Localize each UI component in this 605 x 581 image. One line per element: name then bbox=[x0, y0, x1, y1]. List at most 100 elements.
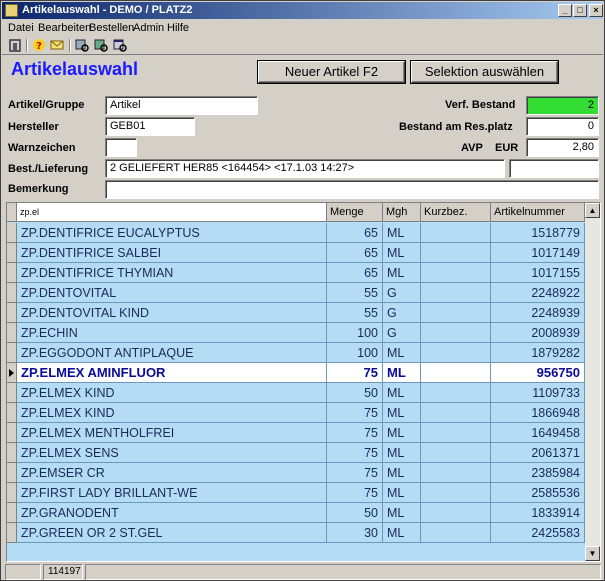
table-row[interactable]: ZP.GREEN OR 2 ST.GEL 30 ML 2425583 bbox=[7, 523, 585, 543]
cell-menge[interactable]: 55 bbox=[327, 283, 383, 303]
search-user-icon[interactable] bbox=[74, 38, 90, 54]
cell-kurzbez[interactable] bbox=[421, 243, 491, 263]
close-button[interactable]: × bbox=[589, 4, 603, 17]
mail-icon[interactable] bbox=[49, 38, 65, 54]
table-row[interactable]: ZP.FIRST LADY BRILLANT-WE 75 ML 2585536 bbox=[7, 483, 585, 503]
search-window-icon[interactable] bbox=[112, 38, 128, 54]
cell-artikelnummer[interactable]: 1833914 bbox=[491, 503, 585, 523]
new-article-button[interactable]: Neuer Artikel F2 bbox=[258, 61, 405, 83]
cell-menge[interactable]: 30 bbox=[327, 523, 383, 543]
cell-kurzbez[interactable] bbox=[421, 503, 491, 523]
cell-kurzbez[interactable] bbox=[421, 483, 491, 503]
cell-artikelnummer[interactable]: 2248939 bbox=[491, 303, 585, 323]
cell-mgh[interactable]: G bbox=[383, 303, 421, 323]
row-indicator[interactable] bbox=[7, 243, 17, 263]
cell-mgh[interactable]: ML bbox=[383, 443, 421, 463]
table-row[interactable]: ZP.DENTIFRICE EUCALYPTUS 65 ML 1518779 bbox=[7, 223, 585, 243]
cell-mgh[interactable]: ML bbox=[383, 363, 421, 383]
cell-artikelnummer[interactable]: 1017155 bbox=[491, 263, 585, 283]
title-bar[interactable]: Artikelauswahl - DEMO / PLATZ2 _ □ × bbox=[2, 2, 603, 19]
row-indicator[interactable] bbox=[7, 443, 17, 463]
cell-mgh[interactable]: G bbox=[383, 283, 421, 303]
cell-article-name[interactable]: ZP.EMSER CR bbox=[17, 463, 327, 483]
cell-menge[interactable]: 55 bbox=[327, 303, 383, 323]
cell-article-name[interactable]: ZP.ELMEX KIND bbox=[17, 383, 327, 403]
row-indicator[interactable] bbox=[7, 223, 17, 243]
table-row-selected[interactable]: ZP.ELMEX AMINFLUOR 75 ML 956750 bbox=[7, 363, 585, 383]
cell-artikelnummer[interactable]: 1649458 bbox=[491, 423, 585, 443]
cell-menge[interactable]: 50 bbox=[327, 503, 383, 523]
cell-kurzbez[interactable] bbox=[421, 423, 491, 443]
cell-kurzbez[interactable] bbox=[421, 383, 491, 403]
table-row[interactable]: ZP.ELMEX KIND 75 ML 1866948 bbox=[7, 403, 585, 423]
row-indicator[interactable] bbox=[7, 303, 17, 323]
cell-mgh[interactable]: ML bbox=[383, 503, 421, 523]
cell-kurzbez[interactable] bbox=[421, 323, 491, 343]
cell-artikelnummer[interactable]: 2248922 bbox=[491, 283, 585, 303]
cell-mgh[interactable]: ML bbox=[383, 263, 421, 283]
table-row[interactable]: ZP.DENTIFRICE THYMIAN 65 ML 1017155 bbox=[7, 263, 585, 283]
cell-kurzbez[interactable] bbox=[421, 283, 491, 303]
cell-artikelnummer[interactable]: 956750 bbox=[491, 363, 585, 383]
table-row[interactable]: ZP.EMSER CR 75 ML 2385984 bbox=[7, 463, 585, 483]
table-row[interactable]: ZP.DENTOVITAL KIND 55 G 2248939 bbox=[7, 303, 585, 323]
menu-admin[interactable]: Admin bbox=[133, 22, 164, 34]
cell-mgh[interactable]: ML bbox=[383, 483, 421, 503]
best-lieferung-field[interactable]: 2 GELIEFERT HER85 <164454> <17.1.03 14:2… bbox=[105, 159, 505, 178]
cell-menge[interactable]: 65 bbox=[327, 223, 383, 243]
vertical-scrollbar[interactable]: ▲ ▼ bbox=[585, 203, 600, 561]
cell-article-name[interactable]: ZP.FIRST LADY BRILLANT-WE bbox=[17, 483, 327, 503]
col-kurzbez[interactable]: Kurzbez. bbox=[421, 203, 491, 222]
cell-menge[interactable]: 75 bbox=[327, 423, 383, 443]
cell-article-name[interactable]: ZP.ELMEX KIND bbox=[17, 403, 327, 423]
col-artikelnummer[interactable]: Artikelnummer bbox=[491, 203, 585, 222]
cell-kurzbez[interactable] bbox=[421, 223, 491, 243]
cell-kurzbez[interactable] bbox=[421, 363, 491, 383]
cell-menge[interactable]: 75 bbox=[327, 403, 383, 423]
select-selection-button[interactable]: Selektion auswählen bbox=[411, 61, 558, 83]
row-indicator[interactable] bbox=[7, 323, 17, 343]
help-icon[interactable]: ? bbox=[31, 38, 47, 54]
cell-artikelnummer[interactable]: 1879282 bbox=[491, 343, 585, 363]
menu-hilfe[interactable]: Hilfe bbox=[167, 22, 189, 34]
cell-artikelnummer[interactable]: 2425583 bbox=[491, 523, 585, 543]
cell-menge[interactable]: 65 bbox=[327, 243, 383, 263]
cell-article-name[interactable]: ZP.GREEN OR 2 ST.GEL bbox=[17, 523, 327, 543]
grid-search-input[interactable]: zp.el bbox=[17, 203, 327, 222]
table-row[interactable]: ZP.ELMEX MENTHOLFREI 75 ML 1649458 bbox=[7, 423, 585, 443]
cell-mgh[interactable]: ML bbox=[383, 343, 421, 363]
table-row[interactable]: ZP.DENTOVITAL 55 G 2248922 bbox=[7, 283, 585, 303]
search-article-icon[interactable] bbox=[93, 38, 109, 54]
cell-artikelnummer[interactable]: 2385984 bbox=[491, 463, 585, 483]
cell-kurzbez[interactable] bbox=[421, 343, 491, 363]
table-row[interactable]: ZP.DENTIFRICE SALBEI 65 ML 1017149 bbox=[7, 243, 585, 263]
cell-kurzbez[interactable] bbox=[421, 523, 491, 543]
cell-artikelnummer[interactable]: 2061371 bbox=[491, 443, 585, 463]
row-indicator[interactable] bbox=[7, 523, 17, 543]
table-row[interactable]: ZP.ELMEX SENS 75 ML 2061371 bbox=[7, 443, 585, 463]
row-indicator[interactable] bbox=[7, 503, 17, 523]
cell-menge[interactable]: 75 bbox=[327, 443, 383, 463]
col-menge[interactable]: Menge bbox=[327, 203, 383, 222]
cell-artikelnummer[interactable]: 2585536 bbox=[491, 483, 585, 503]
row-pointer-icon[interactable] bbox=[7, 363, 17, 383]
row-indicator[interactable] bbox=[7, 343, 17, 363]
cell-article-name[interactable]: ZP.DENTIFRICE SALBEI bbox=[17, 243, 327, 263]
warnzeichen-field[interactable] bbox=[105, 138, 137, 157]
exit-icon[interactable] bbox=[7, 38, 23, 54]
table-row[interactable]: ZP.EGGODONT ANTIPLAQUE 100 ML 1879282 bbox=[7, 343, 585, 363]
row-indicator[interactable] bbox=[7, 383, 17, 403]
cell-mgh[interactable]: ML bbox=[383, 423, 421, 443]
cell-menge[interactable]: 50 bbox=[327, 383, 383, 403]
cell-article-name[interactable]: ZP.ECHIN bbox=[17, 323, 327, 343]
cell-mgh[interactable]: ML bbox=[383, 523, 421, 543]
cell-article-name[interactable]: ZP.DENTOVITAL bbox=[17, 283, 327, 303]
cell-article-name[interactable]: ZP.EGGODONT ANTIPLAQUE bbox=[17, 343, 327, 363]
cell-artikelnummer[interactable]: 1017149 bbox=[491, 243, 585, 263]
cell-mgh[interactable]: ML bbox=[383, 463, 421, 483]
table-row[interactable]: ZP.GRANODENT 50 ML 1833914 bbox=[7, 503, 585, 523]
row-indicator[interactable] bbox=[7, 483, 17, 503]
cell-artikelnummer[interactable]: 1109733 bbox=[491, 383, 585, 403]
cell-artikelnummer[interactable]: 2008939 bbox=[491, 323, 585, 343]
row-indicator[interactable] bbox=[7, 283, 17, 303]
